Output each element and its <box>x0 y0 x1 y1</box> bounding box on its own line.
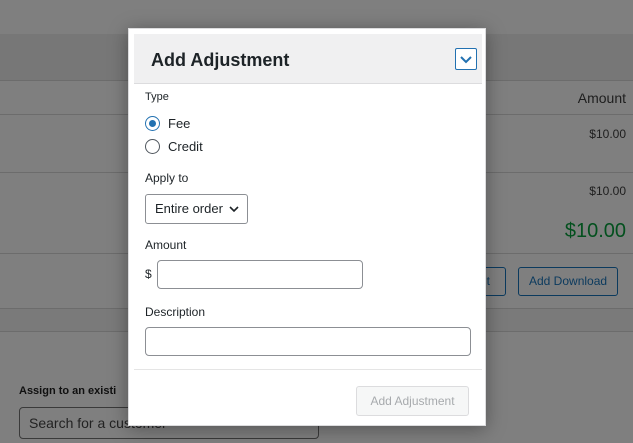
modal-title: Add Adjustment <box>151 50 290 70</box>
type-label: Type <box>145 91 169 103</box>
amount-input[interactable] <box>157 260 363 289</box>
apply-to-value: Entire order <box>155 201 223 216</box>
radio-credit[interactable] <box>145 138 160 154</box>
type-option-fee[interactable]: Fee <box>145 114 190 132</box>
apply-to-label: Apply to <box>145 171 189 185</box>
close-button[interactable] <box>455 48 477 70</box>
amount-column-header: Amount <box>577 90 626 106</box>
add-download-button[interactable]: Add Download <box>518 267 619 296</box>
radio-credit-label: Credit <box>168 138 203 154</box>
modal-footer-divider <box>134 369 482 370</box>
radio-fee[interactable] <box>145 115 160 131</box>
amount-label: Amount <box>145 238 187 252</box>
close-icon <box>460 56 472 64</box>
apply-to-select[interactable]: Entire order <box>145 194 248 224</box>
add-adjustment-submit-button[interactable]: Add Adjustment <box>356 386 469 416</box>
description-input[interactable] <box>145 327 471 356</box>
row-amount: $10.00 <box>589 127 626 141</box>
chevron-down-icon <box>229 206 239 213</box>
row-amount: $10.00 <box>589 184 626 198</box>
add-adjustment-modal: Add Adjustment Type Fee Credit Apply to … <box>128 28 486 426</box>
type-option-credit[interactable]: Credit <box>145 137 203 155</box>
assign-customer-label: Assign to an existi <box>19 385 117 397</box>
radio-fee-label: Fee <box>168 115 191 131</box>
currency-symbol: $ <box>145 267 152 281</box>
description-label: Description <box>145 305 206 319</box>
order-total: $10.00 <box>564 220 626 242</box>
modal-header: Add Adjustment <box>134 34 482 84</box>
